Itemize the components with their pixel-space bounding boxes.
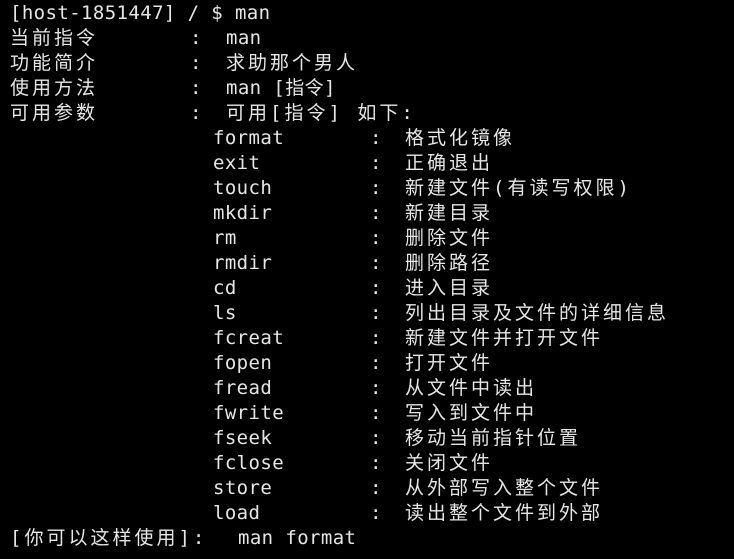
- command-colon: :: [370, 252, 382, 274]
- header-row-description: 功能简介 : 求助那个男人: [0, 51, 734, 76]
- header-colon: :: [190, 102, 202, 124]
- command-colon: :: [370, 227, 382, 249]
- command-colon: :: [370, 302, 382, 324]
- command-colon: :: [370, 152, 382, 174]
- command-description: 新建文件并打开文件: [405, 327, 604, 349]
- command-row: fwrite : 写入到文件中: [0, 401, 734, 426]
- command-colon: :: [370, 277, 382, 299]
- header-value: man [指令]: [226, 77, 336, 99]
- command-row: fcreat : 新建文件并打开文件: [0, 326, 734, 351]
- command-row: fseek : 移动当前指针位置: [0, 426, 734, 451]
- command-colon: :: [370, 177, 382, 199]
- command-colon: :: [370, 202, 382, 224]
- command-description: 关闭文件: [405, 452, 494, 474]
- command-description: 从文件中读出: [405, 377, 538, 399]
- header-label: 使用方法: [10, 77, 99, 99]
- command-name: cd: [213, 277, 237, 299]
- command-name: format: [213, 127, 285, 149]
- command-name: fcreat: [213, 327, 285, 349]
- command-row: rm : 删除文件: [0, 226, 734, 251]
- header-row-current-command: 当前指令 : man: [0, 26, 734, 51]
- command-row: cd : 进入目录: [0, 276, 734, 301]
- command-name: fread: [213, 377, 273, 399]
- command-name: rmdir: [213, 252, 273, 274]
- command-name: fwrite: [213, 402, 285, 424]
- header-colon: :: [190, 52, 202, 74]
- usage-example-value: man format: [238, 527, 357, 549]
- command-description: 从外部写入整个文件: [405, 477, 604, 499]
- command-description: 进入目录: [405, 277, 494, 299]
- command-name: mkdir: [213, 202, 273, 224]
- command-row: load : 读出整个文件到外部: [0, 501, 734, 526]
- command-name: fclose: [213, 452, 285, 474]
- command-description: 删除路径: [405, 252, 494, 274]
- command-row: touch : 新建文件(有读写权限): [0, 176, 734, 201]
- usage-example-label: [你可以这样使用]:: [10, 527, 208, 549]
- command-row: exit : 正确退出: [0, 151, 734, 176]
- header-row-usage: 使用方法 : man [指令]: [0, 76, 734, 101]
- command-colon: :: [370, 452, 382, 474]
- command-description: 写入到文件中: [405, 402, 538, 424]
- header-label: 功能简介: [10, 52, 99, 74]
- command-description: 打开文件: [405, 352, 494, 374]
- command-name: store: [213, 477, 273, 499]
- command-name: load: [213, 502, 261, 524]
- usage-example-row: [你可以这样使用]: man format: [0, 526, 734, 551]
- command-colon: :: [370, 502, 382, 524]
- command-colon: :: [370, 127, 382, 149]
- header-value: man: [226, 27, 262, 49]
- command-name: fopen: [213, 352, 273, 374]
- header-label: 可用参数: [10, 102, 99, 124]
- command-row: fread : 从文件中读出: [0, 376, 734, 401]
- header-colon: :: [190, 27, 202, 49]
- header-colon: :: [190, 77, 202, 99]
- command-description: 格式化镜像: [405, 127, 516, 149]
- command-row: store : 从外部写入整个文件: [0, 476, 734, 501]
- terminal-window[interactable]: [host-1851447] / $ man 当前指令 : man 功能简介 :…: [0, 0, 734, 559]
- command-description: 移动当前指针位置: [405, 427, 582, 449]
- command-description: 读出整个文件到外部: [405, 502, 604, 524]
- command-colon: :: [370, 352, 382, 374]
- command-colon: :: [370, 427, 382, 449]
- command-description: 新建目录: [405, 202, 494, 224]
- command-description: 正确退出: [405, 152, 494, 174]
- header-row-parameters: 可用参数 : 可用[指令] 如下:: [0, 101, 734, 126]
- command-name: exit: [213, 152, 261, 174]
- command-row: rmdir : 删除路径: [0, 251, 734, 276]
- command-colon: :: [370, 402, 382, 424]
- command-colon: :: [370, 377, 382, 399]
- command-colon: :: [370, 327, 382, 349]
- command-name: fseek: [213, 427, 273, 449]
- command-description: 删除文件: [405, 227, 494, 249]
- command-row: fclose : 关闭文件: [0, 451, 734, 476]
- command-colon: :: [370, 477, 382, 499]
- command-description: 新建文件(有读写权限): [405, 177, 632, 199]
- command-name: touch: [213, 177, 273, 199]
- command-row: format : 格式化镜像: [0, 126, 734, 151]
- command-description: 列出目录及文件的详细信息: [405, 302, 670, 324]
- command-name: ls: [213, 302, 237, 324]
- header-label: 当前指令: [10, 27, 99, 49]
- command-name: rm: [213, 227, 237, 249]
- command-row: ls : 列出目录及文件的详细信息: [0, 301, 734, 326]
- command-row: mkdir : 新建目录: [0, 201, 734, 226]
- command-prompt: [host-1851447] / $ man: [10, 2, 271, 24]
- command-row: fopen : 打开文件: [0, 351, 734, 376]
- header-value: 可用[指令] 如下:: [226, 102, 416, 124]
- header-value: 求助那个男人: [226, 52, 359, 74]
